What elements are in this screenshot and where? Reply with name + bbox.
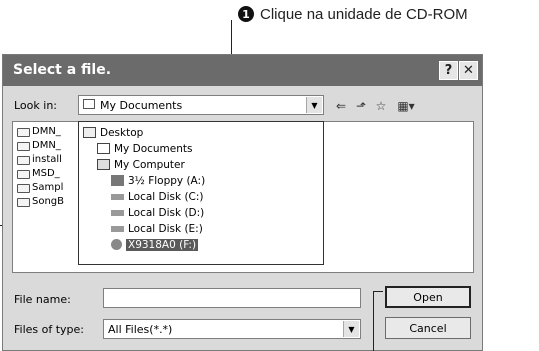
list-item[interactable]: DMN_ [17, 138, 61, 152]
files-of-type-select[interactable]: All Files(*.*) ▼ [103, 319, 361, 339]
folder-icon [17, 127, 30, 137]
floppy-icon [111, 175, 124, 186]
up-folder-icon[interactable]: ⬏ [353, 99, 369, 113]
disk-icon [111, 209, 124, 216]
close-icon: ✕ [463, 63, 474, 78]
look-in-value: My Documents [100, 99, 183, 112]
view-menu-icon[interactable]: ▦▾ [393, 99, 419, 113]
open-button[interactable]: Open [385, 286, 471, 308]
disk-icon [111, 193, 124, 200]
folder-icon [17, 197, 30, 207]
help-icon: ? [444, 63, 453, 78]
dropdown-item-local-disk-d[interactable]: Local Disk (D:) [111, 205, 204, 220]
chevron-down-icon[interactable]: ▼ [343, 321, 359, 337]
folder-icon [97, 143, 110, 154]
folder-icon [83, 99, 95, 109]
folder-icon [17, 155, 30, 165]
file-name-field[interactable] [103, 288, 361, 308]
folder-icon [17, 183, 30, 193]
dropdown-item-my-documents[interactable]: My Documents [97, 141, 192, 156]
list-item[interactable]: DMN_ [17, 124, 61, 138]
title-bar[interactable]: Select a file. ? ✕ [3, 55, 482, 86]
cdrom-icon [111, 239, 122, 250]
look-in-label: Look in: [14, 99, 57, 112]
computer-icon [97, 159, 110, 170]
annotation-text: Clique na unidade de CD-ROM [260, 5, 468, 23]
dialog-title: Select a file. [13, 62, 112, 78]
file-name-label: File name: [14, 293, 71, 306]
cancel-button[interactable]: Cancel [385, 317, 471, 339]
desktop-icon [83, 127, 96, 138]
look-in-select[interactable]: My Documents ▼ [78, 95, 324, 115]
new-folder-icon[interactable]: ☆ [373, 99, 389, 113]
back-icon[interactable]: ⇐ [333, 99, 349, 113]
dropdown-item-local-disk-c[interactable]: Local Disk (C:) [111, 189, 204, 204]
callout-line-open-vert [373, 291, 374, 351]
close-button[interactable]: ✕ [459, 61, 478, 80]
annotation-number: 1 [238, 6, 254, 22]
callout-line-open [373, 291, 383, 292]
dropdown-item-my-computer[interactable]: My Computer [97, 157, 185, 172]
folder-icon [17, 169, 30, 179]
file-dialog: Select a file. ? ✕ Look in: My Documents… [2, 54, 483, 351]
look-in-dropdown[interactable]: Desktop My Documents My Computer 3½ Flop… [78, 121, 324, 265]
files-of-type-label: Files of type: [14, 323, 85, 336]
dropdown-item-floppy[interactable]: 3½ Floppy (A:) [111, 173, 205, 188]
folder-icon [17, 141, 30, 151]
list-item[interactable]: SongB [17, 194, 64, 208]
dropdown-item-cdrom-f[interactable]: X9318A0 (F:) [111, 237, 199, 252]
help-button[interactable]: ? [439, 61, 458, 80]
list-item[interactable]: Sampl [17, 180, 63, 194]
list-item[interactable]: MSD_ [17, 166, 60, 180]
chevron-down-icon[interactable]: ▼ [306, 97, 322, 113]
list-item[interactable]: install [17, 152, 62, 166]
dropdown-item-desktop[interactable]: Desktop [83, 125, 143, 140]
dropdown-item-local-disk-e[interactable]: Local Disk (E:) [111, 221, 203, 236]
annotation: 1 Clique na unidade de CD-ROM [238, 4, 468, 24]
disk-icon [111, 225, 124, 232]
